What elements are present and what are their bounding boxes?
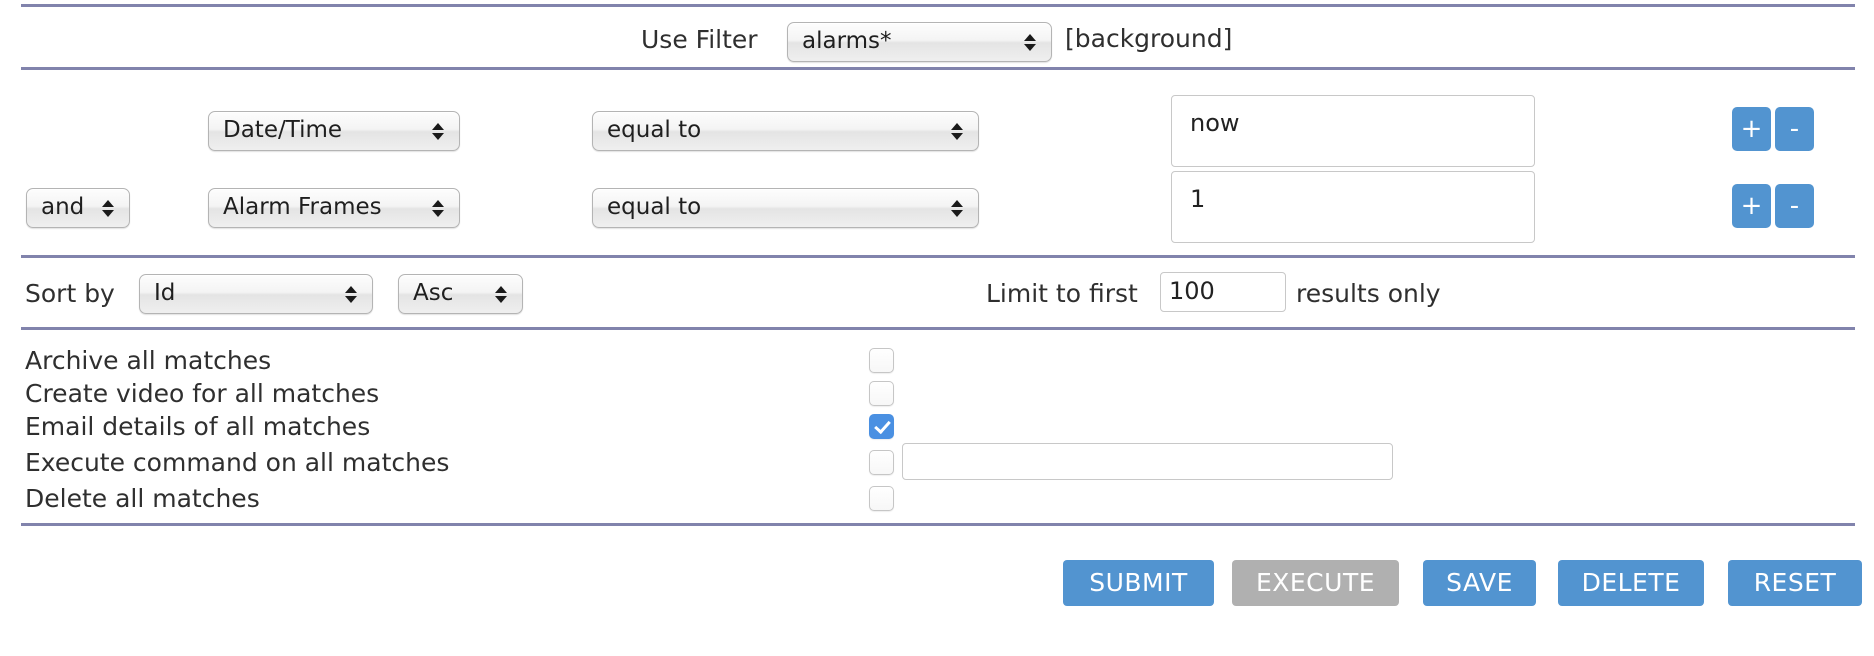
filter-select-value: alarms*	[802, 29, 892, 54]
chevron-updown-icon	[338, 285, 364, 303]
condition-value-input-1[interactable]: 1	[1171, 171, 1535, 243]
chevron-updown-icon	[1017, 33, 1043, 51]
add-condition-button-0[interactable]: +	[1732, 107, 1771, 151]
limit-suffix-label: results only	[1296, 279, 1441, 308]
sort-field-select[interactable]: Id	[139, 274, 373, 314]
limit-value: 100	[1169, 277, 1215, 305]
sort-by-label: Sort by	[25, 279, 115, 308]
submit-button[interactable]: SUBMIT	[1063, 560, 1214, 606]
action-checkbox-execute-command[interactable]	[869, 450, 894, 475]
filter-editor-panel: Use Filter alarms* [background] Date/Tim…	[0, 0, 1874, 656]
reset-button[interactable]: RESET	[1728, 560, 1862, 606]
action-label-create-video: Create video for all matches	[25, 379, 380, 408]
condition-operator-select-1[interactable]: equal to	[592, 188, 979, 228]
chevron-updown-icon	[488, 285, 514, 303]
chevron-updown-icon	[95, 199, 121, 217]
chevron-updown-icon	[944, 199, 970, 217]
condition-operator-value-1: equal to	[607, 195, 702, 220]
execute-command-input[interactable]	[902, 443, 1393, 480]
divider-top	[21, 4, 1855, 7]
divider-below-filter	[21, 67, 1855, 70]
action-checkbox-delete-all[interactable]	[869, 486, 894, 511]
limit-prefix-label: Limit to first	[986, 279, 1138, 308]
sort-direction-select[interactable]: Asc	[398, 274, 523, 314]
background-tag: [background]	[1065, 24, 1233, 53]
chevron-updown-icon	[944, 122, 970, 140]
action-label-email-details: Email details of all matches	[25, 412, 371, 441]
condition-value-text-1: 1	[1190, 185, 1206, 213]
chevron-updown-icon	[425, 122, 451, 140]
condition-operator-value-0: equal to	[607, 118, 702, 143]
condition-field-select-1[interactable]: Alarm Frames	[208, 188, 460, 228]
condition-operator-select-0[interactable]: equal to	[592, 111, 979, 151]
divider-above-buttons	[21, 523, 1855, 526]
sort-direction-value: Asc	[413, 281, 454, 306]
condition-value-input-0[interactable]: now	[1171, 95, 1535, 167]
chevron-updown-icon	[425, 199, 451, 217]
use-filter-label: Use Filter	[641, 25, 758, 54]
condition-conjunction-select-1[interactable]: and	[26, 188, 130, 228]
condition-value-text-0: now	[1190, 109, 1240, 137]
action-label-delete-all: Delete all matches	[25, 484, 260, 513]
remove-condition-button-1[interactable]: -	[1775, 184, 1814, 228]
action-label-archive: Archive all matches	[25, 346, 272, 375]
action-checkbox-email-details[interactable]	[869, 414, 894, 439]
filter-select[interactable]: alarms*	[787, 22, 1052, 62]
divider-above-sort	[21, 255, 1855, 258]
condition-field-value-1: Alarm Frames	[223, 195, 382, 220]
remove-condition-button-0[interactable]: -	[1775, 107, 1814, 151]
limit-input[interactable]: 100	[1160, 272, 1286, 312]
action-label-execute-command: Execute command on all matches	[25, 448, 450, 477]
execute-button[interactable]: EXECUTE	[1232, 560, 1399, 606]
add-condition-button-1[interactable]: +	[1732, 184, 1771, 228]
save-button[interactable]: SAVE	[1423, 560, 1536, 606]
action-checkbox-archive[interactable]	[869, 348, 894, 373]
action-checkbox-create-video[interactable]	[869, 381, 894, 406]
condition-conjunction-value-1: and	[41, 195, 85, 220]
divider-below-sort	[21, 327, 1855, 330]
condition-field-select-0[interactable]: Date/Time	[208, 111, 460, 151]
delete-button[interactable]: DELETE	[1558, 560, 1704, 606]
sort-field-value: Id	[154, 281, 176, 306]
condition-field-value-0: Date/Time	[223, 118, 343, 143]
